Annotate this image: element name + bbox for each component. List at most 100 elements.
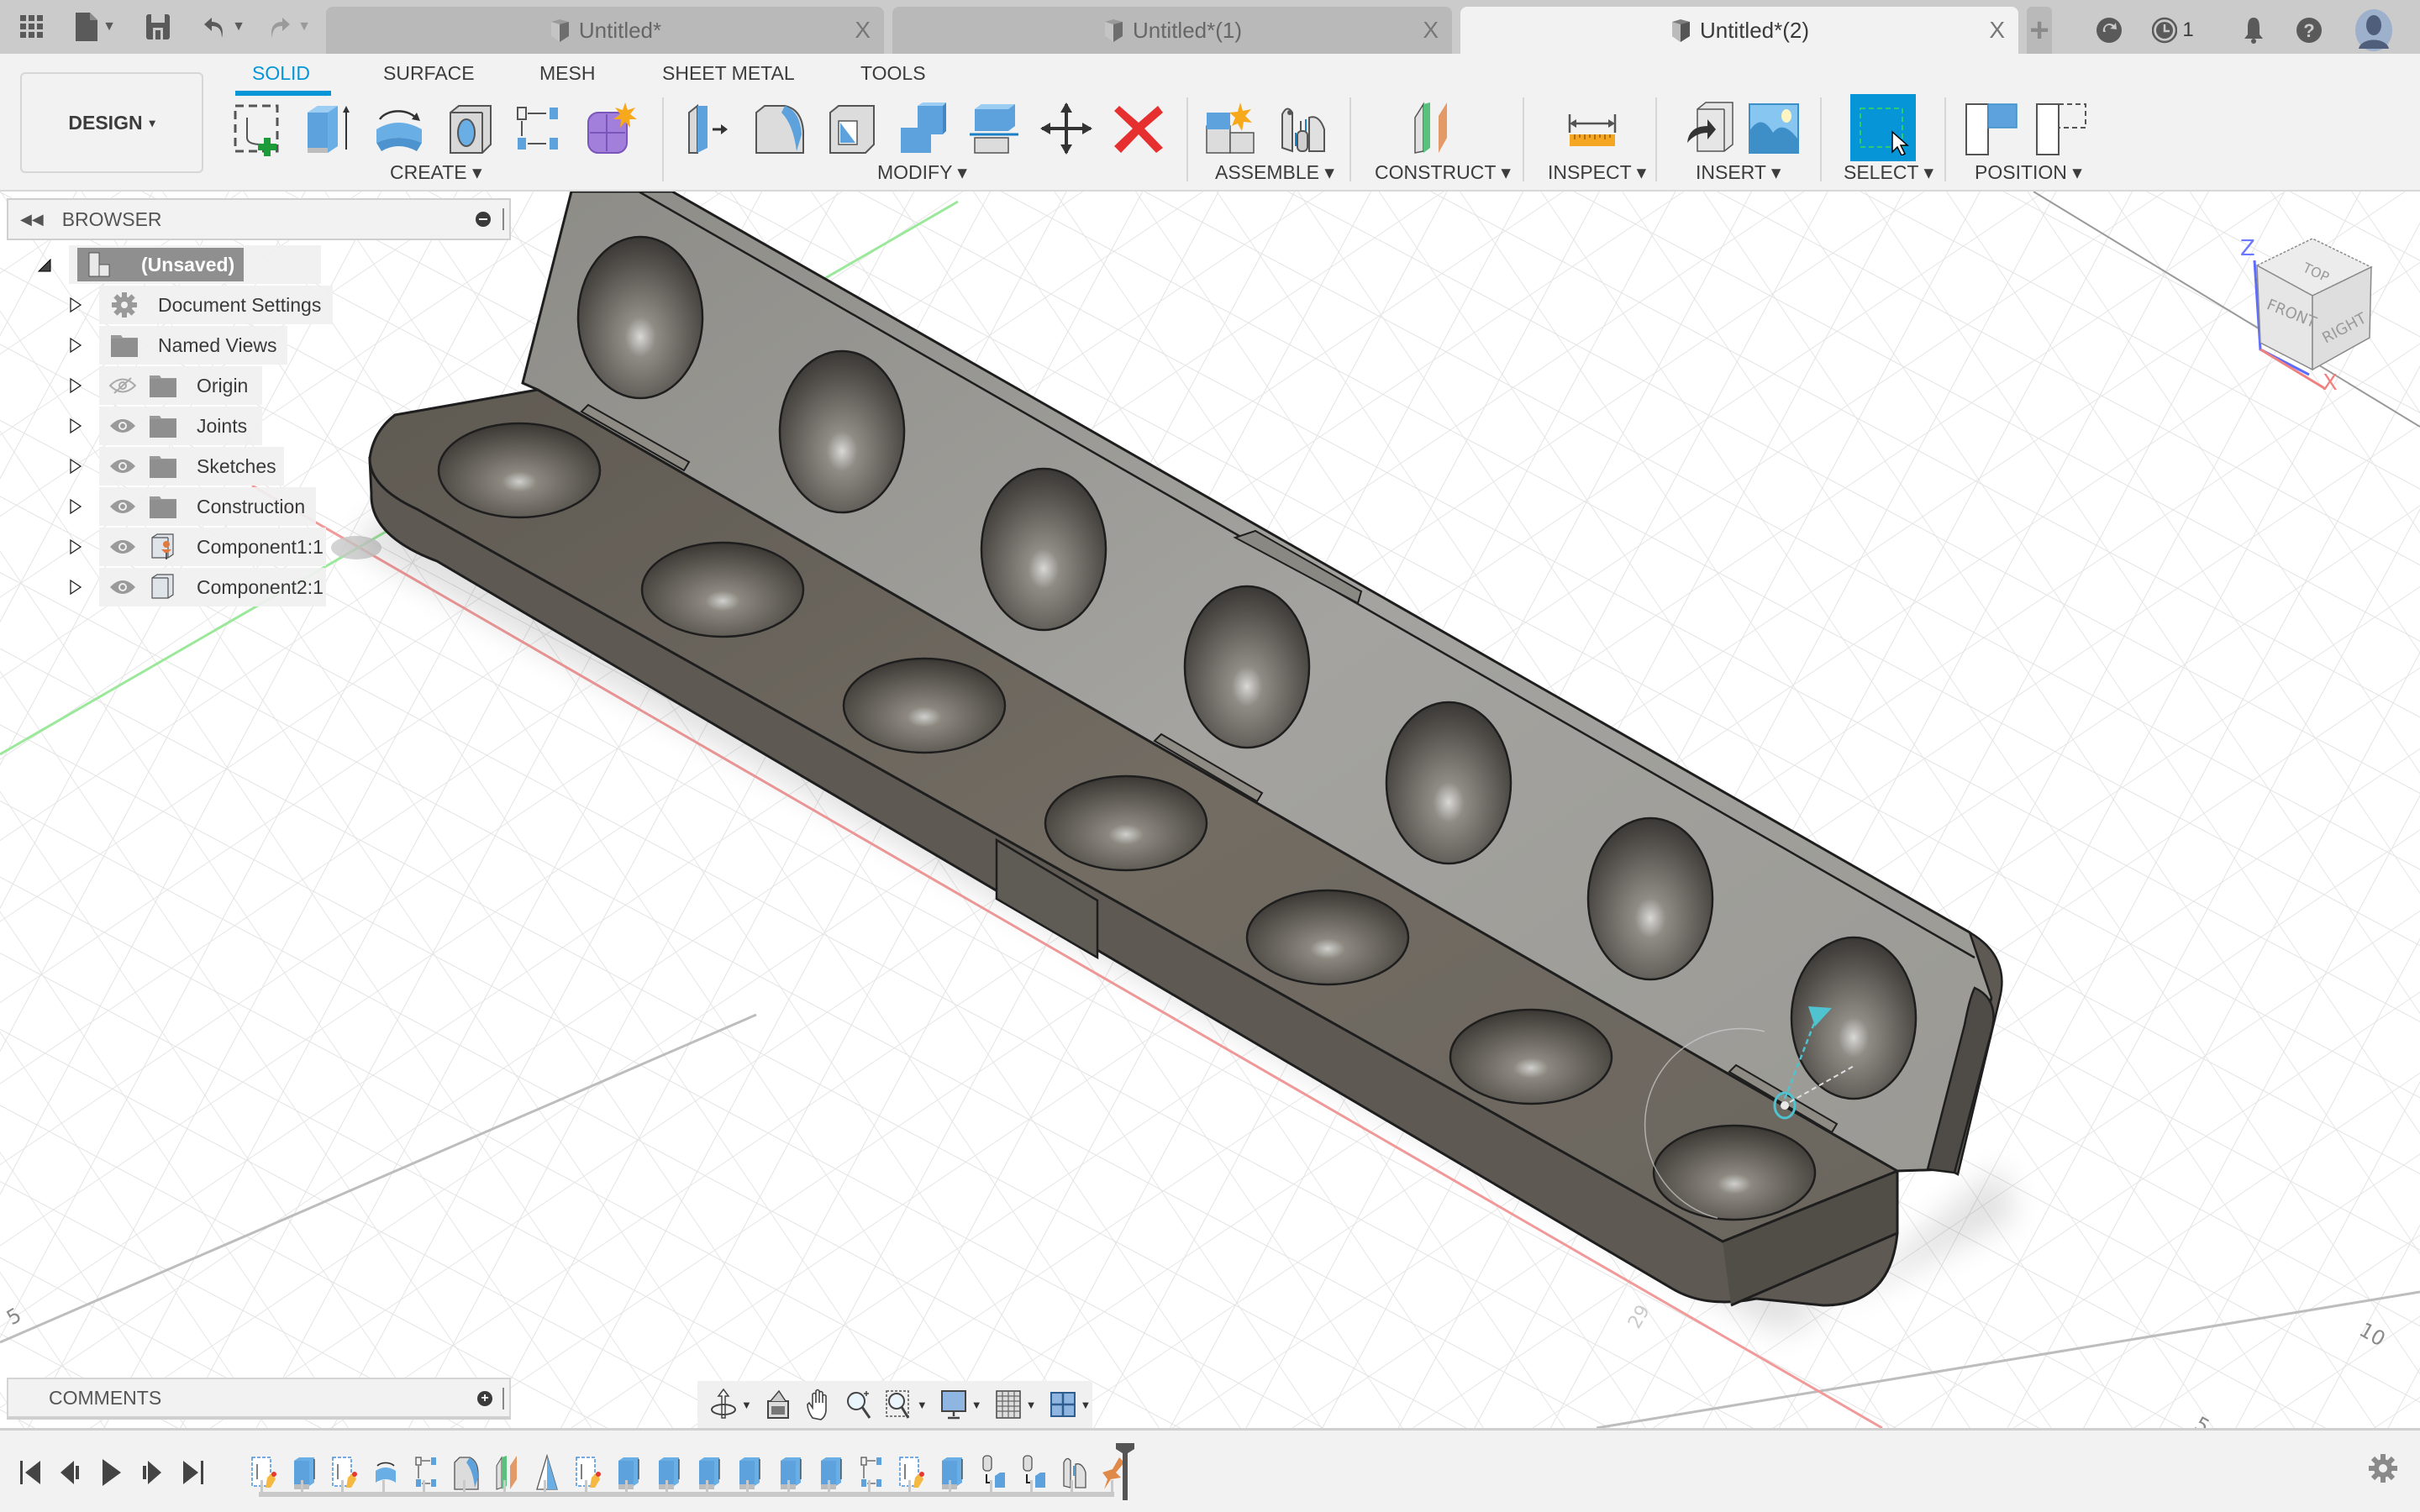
- timeline-feature-pattern-icon[interactable]: [856, 1454, 886, 1491]
- assemble-menu[interactable]: ASSEMBLE ▾: [1215, 161, 1334, 184]
- measure-button[interactable]: [1563, 99, 1622, 158]
- extrude-button[interactable]: [299, 99, 358, 158]
- expand-triangle-icon[interactable]: [67, 297, 84, 313]
- tab-sheet-metal[interactable]: SHEET METAL: [662, 62, 795, 85]
- save-button[interactable]: [141, 10, 175, 44]
- browser-item-component2-1[interactable]: Component2:1: [99, 568, 326, 606]
- app-grid-icon[interactable]: [15, 10, 49, 44]
- shell-button[interactable]: [822, 99, 881, 158]
- timeline-marker[interactable]: [1123, 1443, 1128, 1500]
- timeline-feature-joint-icon[interactable]: [1059, 1454, 1089, 1491]
- modify-menu[interactable]: MODIFY ▾: [877, 161, 967, 184]
- timeline-feature-sketch-icon[interactable]: [249, 1454, 279, 1491]
- panel-resize-handle[interactable]: [502, 1388, 504, 1410]
- move-copy-button[interactable]: [1037, 99, 1096, 158]
- viewports-button[interactable]: ▼: [1044, 1386, 1097, 1423]
- browser-item-sketches[interactable]: Sketches: [99, 447, 284, 486]
- visibility-eye-icon[interactable]: [109, 579, 136, 596]
- visibility-eye-icon[interactable]: [109, 498, 136, 515]
- revert-position-button[interactable]: [2032, 99, 2091, 158]
- play-icon[interactable]: [96, 1454, 126, 1491]
- document-tab-untitled-2[interactable]: Untitled*(2) X: [1460, 7, 2018, 54]
- offline-sync-button[interactable]: [2092, 7, 2126, 54]
- next-step-icon[interactable]: [136, 1454, 166, 1491]
- root-component-label[interactable]: (Unsaved): [77, 248, 244, 281]
- browser-item-origin[interactable]: Origin: [99, 366, 262, 405]
- timeline-feature-extrude-icon[interactable]: [734, 1454, 765, 1491]
- display-settings-button[interactable]: ▼: [934, 1386, 987, 1423]
- browser-tree-row[interactable]: Component2:1: [67, 568, 370, 606]
- press-pull-button[interactable]: [677, 99, 736, 158]
- close-tab-icon[interactable]: X: [855, 17, 871, 44]
- help-button[interactable]: ?: [2292, 7, 2326, 54]
- expanded-triangle-icon[interactable]: [37, 256, 54, 273]
- timeline-feature-extrude-icon[interactable]: [937, 1454, 967, 1491]
- workspace-switcher[interactable]: DESIGN ▾: [20, 72, 203, 173]
- orbit-button[interactable]: ▼: [704, 1386, 757, 1423]
- rectangular-pattern-button[interactable]: [511, 99, 570, 158]
- offset-plane-button[interactable]: [1407, 99, 1465, 158]
- revolve-button[interactable]: [370, 99, 429, 158]
- timeline-feature-extrude-icon[interactable]: [654, 1454, 684, 1491]
- timeline-settings-gear-icon[interactable]: [2368, 1453, 2398, 1483]
- close-tab-icon[interactable]: X: [1423, 17, 1439, 44]
- expand-triangle-icon[interactable]: [67, 377, 84, 394]
- previous-step-icon[interactable]: [55, 1454, 86, 1491]
- go-to-end-icon[interactable]: [178, 1454, 208, 1491]
- fillet-button[interactable]: [750, 99, 808, 158]
- panel-pin-icon[interactable]: [476, 212, 491, 227]
- expand-triangle-icon[interactable]: [67, 337, 84, 354]
- browser-item-named-views[interactable]: Named Views: [99, 326, 287, 365]
- insert-derive-button[interactable]: [1681, 99, 1739, 158]
- browser-tree-row[interactable]: Document Settings: [67, 286, 370, 324]
- browser-tree-row[interactable]: Component1:1: [67, 528, 370, 566]
- document-tab-untitled[interactable]: Untitled* X: [326, 7, 884, 54]
- expand-triangle-icon[interactable]: [67, 538, 84, 555]
- timeline-feature-rigid-group-icon[interactable]: [978, 1454, 1008, 1491]
- browser-item-construction[interactable]: Construction: [99, 487, 316, 526]
- expand-triangle-icon[interactable]: [67, 498, 84, 515]
- new-component-button[interactable]: [1202, 99, 1260, 158]
- comments-panel-header[interactable]: COMMENTS +: [7, 1378, 511, 1420]
- joint-button[interactable]: [1274, 99, 1333, 158]
- undo-button[interactable]: ▼: [198, 10, 249, 44]
- timeline-feature-fillet-icon[interactable]: [451, 1454, 481, 1491]
- tab-solid[interactable]: SOLID: [252, 62, 310, 85]
- redo-button[interactable]: ▼: [264, 10, 314, 44]
- browser-item-joints[interactable]: Joints: [99, 407, 262, 445]
- select-menu[interactable]: SELECT ▾: [1844, 161, 1933, 184]
- expand-triangle-icon[interactable]: [67, 417, 84, 434]
- browser-panel-header[interactable]: ◀◀ BROWSER: [7, 198, 511, 240]
- visibility-eye-icon[interactable]: [109, 417, 136, 434]
- add-comment-icon[interactable]: +: [477, 1391, 492, 1406]
- timeline-feature-extrude-icon[interactable]: [613, 1454, 644, 1491]
- timeline-feature-offset-plane-icon[interactable]: [492, 1454, 522, 1491]
- insert-canvas-button[interactable]: [1744, 99, 1803, 158]
- position-menu[interactable]: POSITION ▾: [1975, 161, 2082, 184]
- timeline-feature-sketch-icon[interactable]: [329, 1454, 360, 1491]
- timeline-feature-extrude-icon[interactable]: [289, 1454, 319, 1491]
- capture-position-button[interactable]: [1961, 99, 2020, 158]
- select-button[interactable]: [1850, 94, 1916, 161]
- tab-surface[interactable]: SURFACE: [383, 62, 475, 85]
- close-tab-icon[interactable]: X: [1989, 17, 2005, 44]
- inspect-menu[interactable]: INSPECT ▾: [1548, 161, 1646, 184]
- new-tab-button[interactable]: +: [2027, 7, 2052, 54]
- job-status-button[interactable]: 1: [2148, 7, 2198, 54]
- pan-button[interactable]: [799, 1386, 838, 1423]
- visibility-eye-icon[interactable]: [109, 458, 136, 475]
- timeline-feature-rigid-group-icon[interactable]: [1018, 1454, 1049, 1491]
- go-to-start-icon[interactable]: [15, 1454, 45, 1491]
- construct-menu[interactable]: CONSTRUCT ▾: [1375, 161, 1511, 184]
- collapse-panel-icon[interactable]: ◀◀: [20, 211, 44, 228]
- browser-root-row[interactable]: (Unsaved): [37, 245, 323, 284]
- document-tab-untitled-1[interactable]: Untitled*(1) X: [892, 7, 1452, 54]
- timeline-feature-extrude-icon[interactable]: [776, 1454, 806, 1491]
- offset-face-button[interactable]: [965, 99, 1023, 158]
- browser-tree-row[interactable]: Sketches: [67, 447, 370, 486]
- browser-tree-row[interactable]: Joints: [67, 407, 370, 445]
- hole-button[interactable]: [440, 99, 499, 158]
- timeline-feature-extrude-icon[interactable]: [816, 1454, 846, 1491]
- create-sketch-button[interactable]: [229, 99, 287, 158]
- timeline-feature-extrude-icon[interactable]: [694, 1454, 724, 1491]
